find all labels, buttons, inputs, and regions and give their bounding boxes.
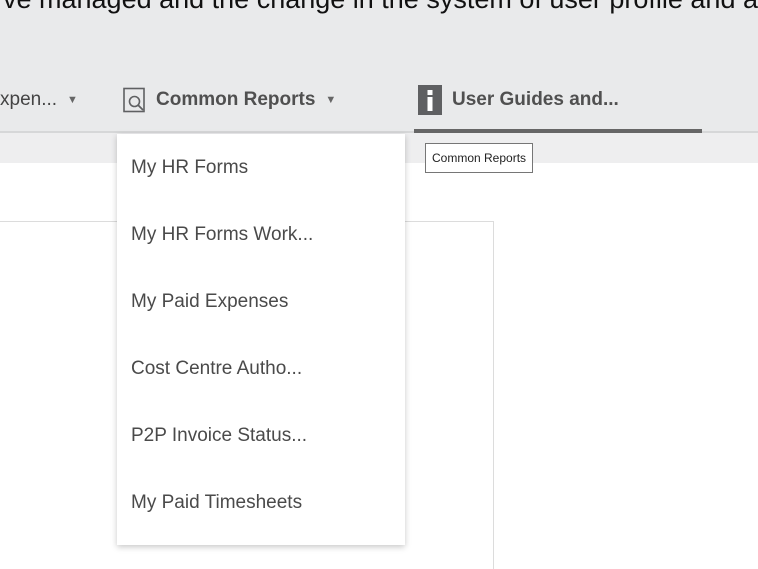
nav-item-user-guides-label: User Guides and...: [452, 89, 619, 110]
menu-item-p2p-invoice-status[interactable]: P2P Invoice Status...: [117, 402, 405, 469]
nav-item-common-reports-label: Common Reports: [156, 89, 316, 110]
chevron-down-icon[interactable]: ▼: [67, 94, 78, 106]
menu-item-my-paid-expenses[interactable]: My Paid Expenses: [117, 268, 405, 335]
tooltip-common-reports: Common Reports: [425, 143, 534, 173]
nav-item-common-reports[interactable]: Common Reports ▼: [122, 80, 336, 120]
menu-item-my-hr-forms-work[interactable]: My HR Forms Work...: [117, 201, 405, 268]
document-search-icon: [122, 87, 148, 113]
active-tab-indicator: [414, 129, 702, 133]
nav-item-expenses[interactable]: xpen... ▼: [0, 80, 78, 120]
menu-item-my-hr-forms[interactable]: My HR Forms: [117, 134, 405, 201]
common-reports-dropdown: My HR Forms My HR Forms Work... My Paid …: [117, 134, 405, 545]
nav-item-user-guides[interactable]: User Guides and...: [418, 80, 619, 120]
top-navbar: [0, 0, 758, 133]
info-icon: [418, 85, 442, 115]
menu-item-cost-centre-authorisations[interactable]: Cost Centre Autho...: [117, 335, 405, 402]
banner-text: ve managed and the change in the system …: [0, 0, 758, 14]
nav-item-expenses-label: xpen...: [0, 89, 58, 110]
menu-item-my-paid-timesheets[interactable]: My Paid Timesheets: [117, 469, 405, 536]
chevron-down-icon[interactable]: ▼: [325, 94, 336, 106]
dropdown-menu-list: My HR Forms My HR Forms Work... My Paid …: [117, 134, 405, 536]
page: ve managed and the change in the system …: [0, 0, 758, 569]
